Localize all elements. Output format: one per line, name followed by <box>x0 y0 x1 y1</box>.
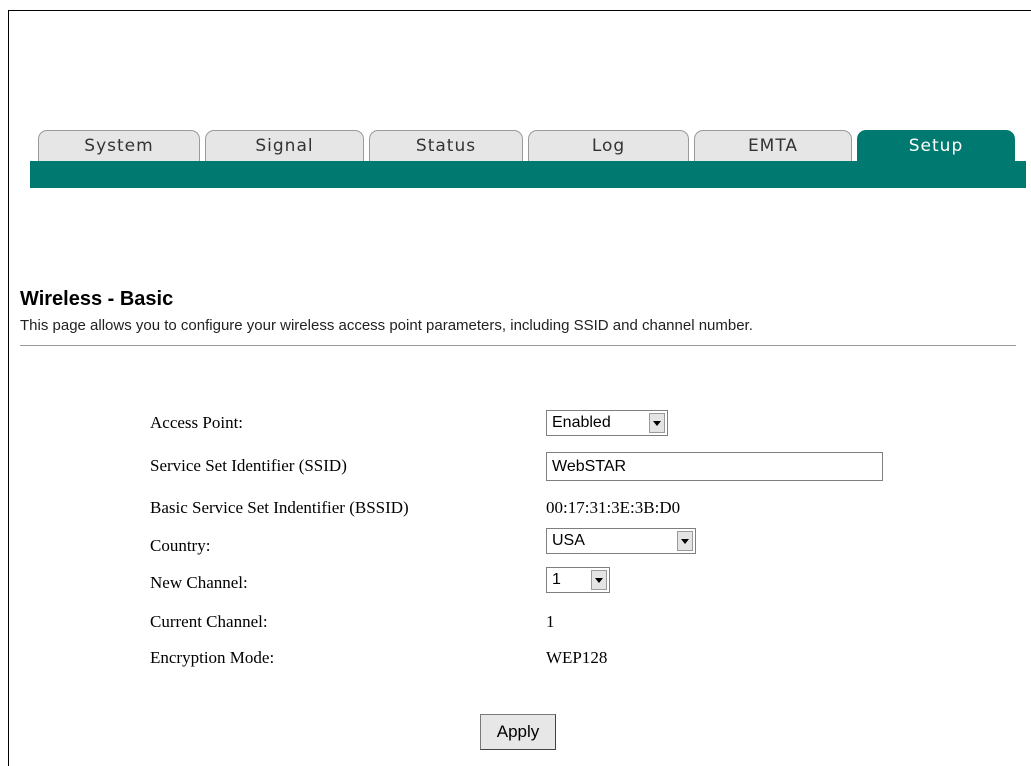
page-description: This page allows you to configure your w… <box>20 317 753 334</box>
country-value: USA <box>552 532 585 549</box>
chevron-down-icon[interactable] <box>591 570 607 590</box>
bssid-label: Basic Service Set Indentifier (BSSID) <box>150 498 409 517</box>
tab-setup[interactable]: Setup <box>857 130 1015 161</box>
apply-button[interactable]: Apply <box>480 714 556 750</box>
encryption-mode-value: WEP128 <box>546 648 608 667</box>
current-channel-value: 1 <box>546 612 555 631</box>
tab-status[interactable]: Status <box>369 130 523 161</box>
chevron-down-icon[interactable] <box>677 531 693 551</box>
access-point-select[interactable]: Enabled <box>546 410 668 436</box>
ssid-input[interactable] <box>546 452 883 481</box>
new-channel-value: 1 <box>552 571 561 588</box>
divider <box>20 345 1016 346</box>
access-point-value: Enabled <box>552 414 611 431</box>
page-title: Wireless - Basic <box>20 288 174 310</box>
tab-emta[interactable]: EMTA <box>694 130 852 161</box>
chevron-down-icon[interactable] <box>649 413 665 433</box>
tab-bar <box>30 161 1026 188</box>
ssid-label: Service Set Identifier (SSID) <box>150 456 347 475</box>
new-channel-label: New Channel: <box>150 573 248 592</box>
country-select[interactable]: USA <box>546 528 696 554</box>
current-channel-label: Current Channel: <box>150 612 268 631</box>
bssid-value: 00:17:31:3E:3B:D0 <box>546 498 681 517</box>
tab-signal[interactable]: Signal <box>205 130 364 161</box>
access-point-label: Access Point: <box>150 413 244 432</box>
country-label: Country: <box>150 536 211 555</box>
new-channel-select[interactable]: 1 <box>546 567 610 593</box>
encryption-mode-label: Encryption Mode: <box>150 648 275 667</box>
tab-system[interactable]: System <box>38 130 200 161</box>
tab-log[interactable]: Log <box>528 130 689 161</box>
